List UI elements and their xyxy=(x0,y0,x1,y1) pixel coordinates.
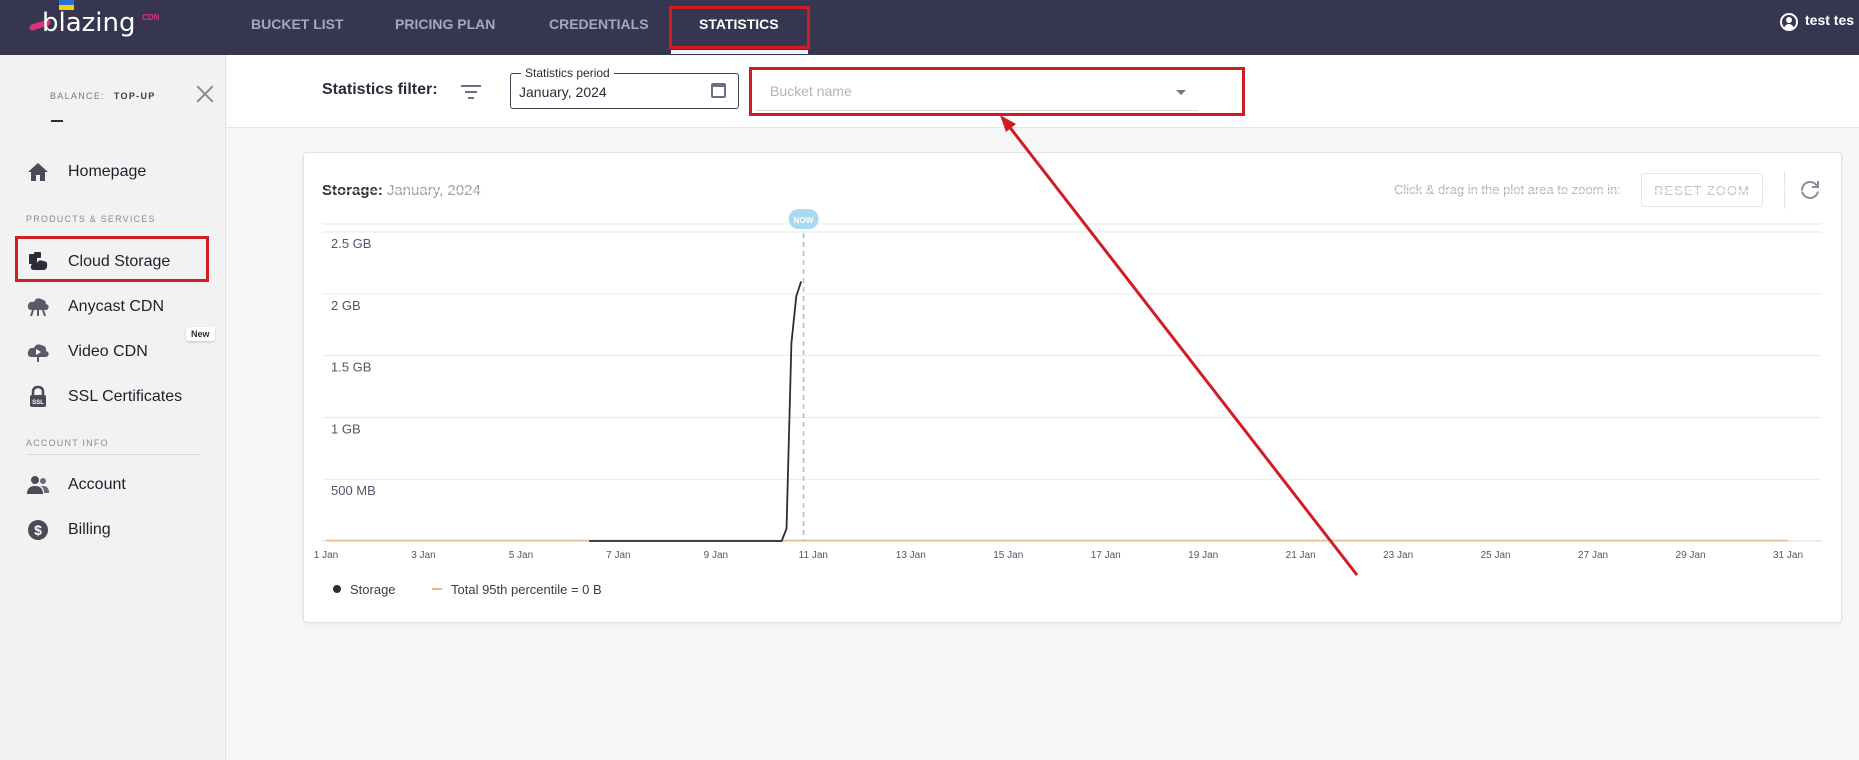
logo-suffix: CDN xyxy=(142,13,160,22)
dollar-circle-icon: $ xyxy=(26,518,50,542)
video-cloud-icon xyxy=(26,340,50,364)
new-badge: New xyxy=(186,327,215,341)
highlight-cloud-storage xyxy=(15,236,209,282)
storage-series-line xyxy=(589,281,803,542)
x-tick-label: 1 Jan xyxy=(314,550,338,561)
storage-line-chart[interactable]: 500 MB 1 GB 1.5 GB 2 GB 2.5 GB 1 Jan 3 Jan 5 Ja… xyxy=(304,153,1841,622)
highlight-bucket-name xyxy=(749,67,1245,116)
x-tick-label: 5 Jan xyxy=(509,550,533,561)
sidebar-item-label: Billing xyxy=(68,521,111,538)
x-tick-label: 7 Jan xyxy=(606,550,630,561)
blazing-cdn-logo[interactable]: blazing CDN xyxy=(24,0,159,48)
close-icon[interactable] xyxy=(196,85,214,103)
x-tick-label: 27 Jan xyxy=(1578,550,1608,561)
x-tick-label: 3 Jan xyxy=(411,550,435,561)
legend-percentile-label: Total 95th percentile = 0 B xyxy=(451,582,602,597)
sidebar-item-label: SSL Certificates xyxy=(68,388,183,405)
x-tick-label: 29 Jan xyxy=(1676,550,1706,561)
sidebar-item-anycast-cdn[interactable]: Anycast CDN xyxy=(26,293,164,321)
sidebar-item-video-cdn[interactable]: Video CDN xyxy=(26,338,148,366)
sidebar-item-label: Video CDN xyxy=(68,343,148,360)
y-tick-label: 1.5 GB xyxy=(331,360,371,375)
svg-text:$: $ xyxy=(34,522,42,538)
storage-chart-card: Storage: January, 2024 Click & drag in th… xyxy=(303,152,1842,623)
nav-pricing-plan[interactable]: PRICING PLAN xyxy=(395,16,495,32)
svg-text:SSL: SSL xyxy=(32,400,44,406)
y-tick-label: 2 GB xyxy=(331,298,361,313)
period-legend: Statistics period xyxy=(521,66,614,80)
x-tick-label: 13 Jan xyxy=(896,550,926,561)
user-circle-icon xyxy=(1780,13,1798,31)
topup-link[interactable]: TOP-UP xyxy=(114,91,156,101)
balance-row: BALANCE: TOP-UP xyxy=(50,91,156,101)
cloud-network-icon xyxy=(26,295,50,319)
sidebar-item-homepage[interactable]: Homepage xyxy=(26,158,146,186)
y-tick-label: 1 GB xyxy=(331,421,361,436)
statistics-period-field[interactable]: Statistics period January, 2024 xyxy=(510,66,739,109)
x-tick-label: 11 Jan xyxy=(799,550,828,561)
x-tick-label: 17 Jan xyxy=(1091,550,1121,561)
sidebar: BALANCE: TOP-UP Homepage PRODUCTS & SERVI… xyxy=(0,55,226,760)
x-tick-label: 19 Jan xyxy=(1188,550,1218,561)
lock-ssl-icon: SSL xyxy=(26,385,50,409)
section-products-services: PRODUCTS & SERVICES xyxy=(26,214,156,224)
nav-credentials[interactable]: CREDENTIALS xyxy=(549,16,649,32)
sidebar-item-billing[interactable]: $ Billing xyxy=(26,516,111,544)
x-tick-label: 15 Jan xyxy=(993,550,1023,561)
y-tick-label: 500 MB xyxy=(331,483,376,498)
nav-bucket-list[interactable]: BUCKET LIST xyxy=(251,16,344,32)
y-tick-label: 2.5 GB xyxy=(331,236,371,251)
active-tab-indicator xyxy=(671,50,808,54)
x-tick-label: 21 Jan xyxy=(1286,550,1316,561)
filter-label: Statistics filter: xyxy=(322,81,438,98)
calendar-icon[interactable] xyxy=(711,83,726,98)
legend-storage-dot xyxy=(333,585,341,593)
home-icon xyxy=(26,160,50,184)
logo-text: blazing xyxy=(42,8,136,38)
section-divider xyxy=(26,454,200,455)
highlight-statistics-tab xyxy=(669,6,810,49)
sidebar-item-label: Anycast CDN xyxy=(68,298,165,315)
x-tick-label: 25 Jan xyxy=(1481,550,1511,561)
x-tick-label: 31 Jan xyxy=(1773,550,1803,561)
users-icon xyxy=(26,473,50,497)
sidebar-item-account[interactable]: Account xyxy=(26,471,126,499)
legend-storage-label: Storage xyxy=(350,582,396,597)
sidebar-item-ssl-certificates[interactable]: SSL SSL Certificates xyxy=(26,383,182,411)
user-menu[interactable]: test tes xyxy=(1780,12,1854,31)
top-navigation-bar: blazing CDN BUCKET LIST PRICING PLAN CRE… xyxy=(0,0,1859,55)
section-account-info: ACCOUNT INFO xyxy=(26,438,109,448)
user-name: test tes xyxy=(1805,12,1855,28)
now-marker-label: NOW xyxy=(794,216,814,225)
balance-value xyxy=(51,120,63,122)
sidebar-item-label: Homepage xyxy=(68,163,147,180)
x-tick-label: 9 Jan xyxy=(704,550,728,561)
x-tick-label: 23 Jan xyxy=(1383,550,1413,561)
filter-icon[interactable] xyxy=(461,82,481,100)
period-value: January, 2024 xyxy=(519,84,607,100)
balance-label: BALANCE: xyxy=(50,91,105,101)
sidebar-item-label: Account xyxy=(68,476,126,493)
